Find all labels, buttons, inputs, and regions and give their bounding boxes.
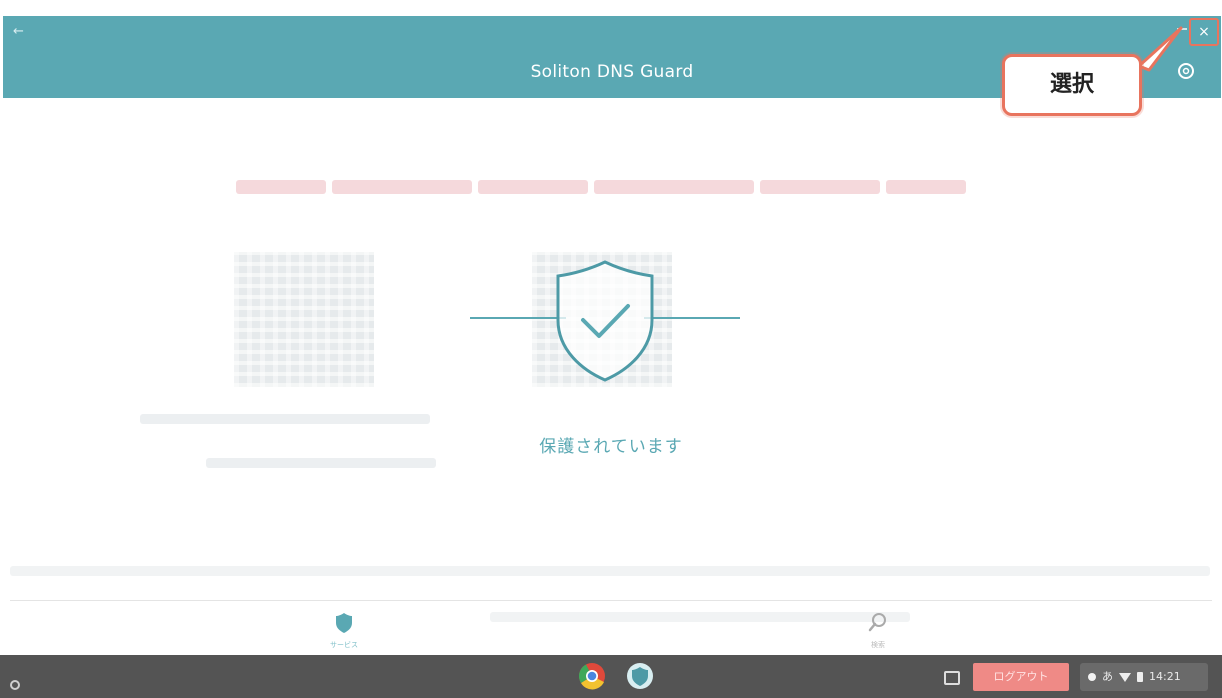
shield-icon [336,613,352,633]
faded-heading-text [236,172,988,202]
search-icon [868,613,886,632]
battery-icon [1137,672,1143,682]
protection-status-text: 保護されています [539,437,683,457]
system-shelf: ログアウト あ 14:21 [0,655,1222,698]
notification-icon [1088,673,1096,681]
bottom-nav-divider [10,600,1212,601]
status-tray[interactable]: あ 14:21 [1080,663,1208,691]
select-callout-label: 選択 [1002,54,1142,116]
logout-button[interactable]: ログアウト [973,663,1069,691]
nav-label-search: 検索 [871,641,885,649]
protected-shield-icon [470,260,740,382]
chrome-browser-icon[interactable] [578,662,606,690]
faded-qr-code-left [234,252,374,387]
faded-text-line [490,612,910,622]
back-arrow-icon[interactable]: ← [13,24,29,40]
dns-guard-app-icon[interactable] [626,662,654,690]
ime-indicator: あ [1102,670,1113,683]
wifi-icon [1119,672,1131,682]
tray-window-icon[interactable] [944,671,960,685]
nav-label-service: サービス [330,641,358,649]
clock-time: 14:21 [1149,670,1181,683]
faded-text-line [140,414,430,424]
close-button[interactable]: × [1189,18,1219,46]
faded-text-line [10,566,1210,576]
nav-item-search[interactable]: 検索 [858,612,898,650]
faded-text-line [206,458,436,468]
callout-pointer [1137,26,1183,72]
nav-item-service[interactable]: サービス [322,612,366,650]
launcher-icon[interactable] [10,680,20,690]
